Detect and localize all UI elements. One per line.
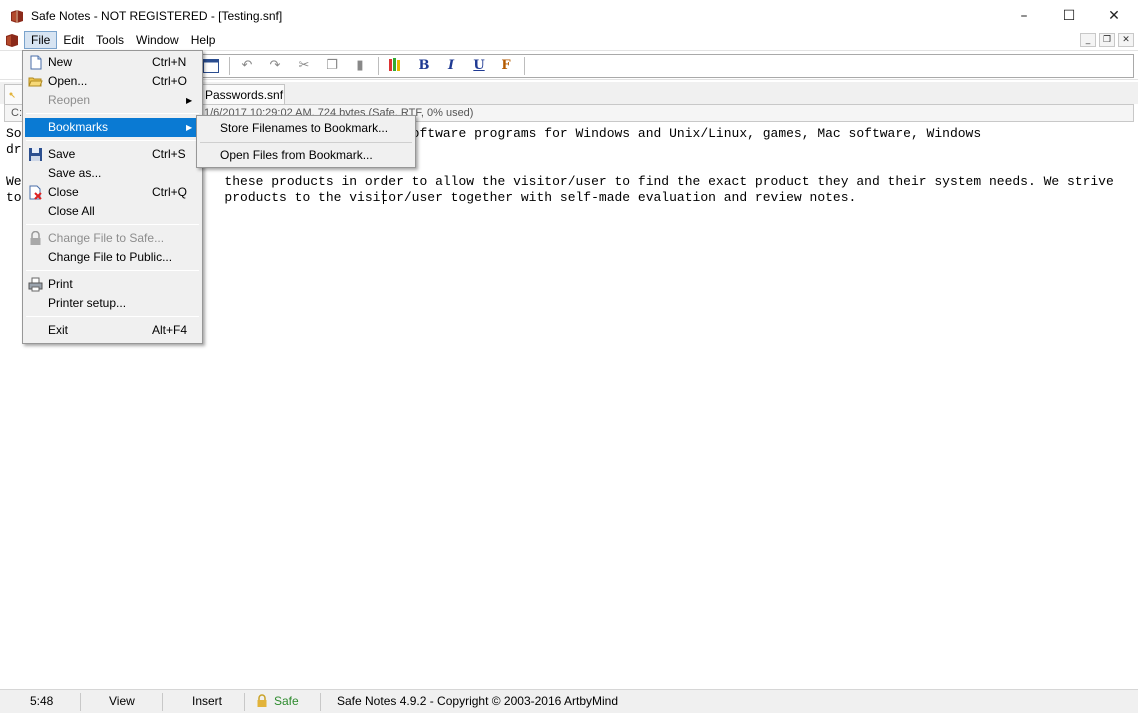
status-bar: 5:48 View Insert Safe Safe Notes 4.9.2 -…	[0, 689, 1138, 713]
status-divider	[162, 693, 163, 711]
insert-mode: Insert	[192, 694, 223, 708]
window-icon[interactable]	[203, 59, 219, 73]
redo-icon[interactable]: ↷	[266, 56, 284, 74]
mdi-controls: _ ❐ ✕	[1080, 33, 1134, 47]
menu-item-change-to-public[interactable]: Change File to Public...	[25, 248, 200, 267]
close-button[interactable]: ✕	[1091, 0, 1137, 31]
underline-icon[interactable]: U	[470, 56, 488, 74]
menu-file[interactable]: File	[24, 31, 58, 49]
copyright-text: Safe Notes 4.9.2 - Copyright © 2003-2016…	[337, 694, 618, 708]
menu-item-save[interactable]: Save Ctrl+S	[25, 145, 200, 164]
lock-icon	[257, 694, 267, 707]
cut-icon[interactable]: ✂	[295, 56, 313, 74]
editor-line: dr	[6, 142, 22, 157]
menu-separator	[26, 113, 199, 114]
bold-icon[interactable]: B	[415, 56, 433, 74]
menu-item-change-to-safe[interactable]: Change File to Safe...	[25, 229, 200, 248]
maximize-button[interactable]: ☐	[1046, 0, 1092, 31]
cursor-position: 5:48	[30, 694, 54, 708]
key-icon	[9, 92, 15, 98]
file-menu-dropdown: New Ctrl+N Open... Ctrl+O Reopen ▶ Bookm…	[22, 50, 203, 344]
tab-passwords[interactable]: Passwords.snf	[196, 84, 285, 104]
menu-separator	[26, 316, 199, 317]
mdi-minimize-button[interactable]: _	[1080, 33, 1096, 47]
tab-testing[interactable]	[4, 84, 24, 104]
paste-icon[interactable]: ▮	[351, 56, 369, 74]
menu-item-close[interactable]: Close Ctrl+Q	[25, 183, 200, 202]
window-title: Safe Notes - NOT REGISTERED - [Testing.s…	[31, 8, 283, 23]
menu-item-printer-setup[interactable]: Printer setup...	[25, 294, 200, 313]
safe-status: Safe	[274, 694, 299, 708]
menu-separator	[26, 270, 199, 271]
floppy-disk-icon	[29, 148, 42, 161]
font-icon[interactable]: F	[497, 56, 515, 74]
menu-item-bookmarks[interactable]: Bookmarks ▶	[25, 118, 200, 137]
mdi-restore-button[interactable]: ❐	[1099, 33, 1115, 47]
menu-item-open-bookmark[interactable]: Open Files from Bookmark...	[199, 145, 413, 165]
menu-help[interactable]: Help	[185, 31, 222, 49]
book-icon	[11, 9, 23, 23]
toolbar-separator	[524, 57, 525, 75]
title-bar: Safe Notes - NOT REGISTERED - [Testing.s…	[0, 0, 1138, 31]
toolbar-separator	[378, 57, 379, 75]
tab-label: Passwords.snf	[205, 87, 284, 102]
toolbar-separator	[229, 57, 230, 75]
menu-separator	[26, 140, 199, 141]
document-book-icon[interactable]	[4, 33, 20, 47]
menu-item-reopen[interactable]: Reopen ▶	[25, 91, 200, 110]
new-document-icon	[30, 55, 42, 70]
status-divider	[320, 693, 321, 711]
italic-icon[interactable]: I	[442, 56, 460, 74]
menu-bar: File Edit Tools Window Help _ ❐ ✕	[0, 31, 1138, 49]
lock-icon	[30, 231, 41, 245]
menu-item-print[interactable]: Print	[25, 275, 200, 294]
text-caret	[383, 190, 384, 204]
minimize-button[interactable]: –	[1001, 0, 1047, 31]
submenu-arrow-icon: ▶	[186, 96, 193, 105]
menu-edit[interactable]: Edit	[57, 31, 90, 49]
menu-item-save-as[interactable]: Save as...	[25, 164, 200, 183]
menu-item-open[interactable]: Open... Ctrl+O	[25, 72, 200, 91]
printer-icon	[28, 277, 43, 292]
mdi-close-button[interactable]: ✕	[1118, 33, 1134, 47]
close-document-icon	[29, 185, 42, 200]
menu-item-new[interactable]: New Ctrl+N	[25, 53, 200, 72]
status-divider	[80, 693, 81, 711]
menu-item-store-bookmark[interactable]: Store Filenames to Bookmark...	[199, 118, 413, 138]
undo-icon[interactable]: ↶	[238, 56, 256, 74]
menu-tools[interactable]: Tools	[90, 31, 130, 49]
view-mode: View	[109, 694, 135, 708]
menu-window[interactable]: Window	[130, 31, 185, 49]
menu-separator	[200, 142, 412, 143]
file-path: C:	[11, 107, 22, 119]
menu-separator	[26, 224, 199, 225]
folder-open-icon	[28, 77, 43, 87]
copy-icon[interactable]: ❐	[323, 56, 341, 74]
color-icon[interactable]	[386, 56, 404, 74]
menu-item-close-all[interactable]: Close All	[25, 202, 200, 221]
bookmarks-submenu: Store Filenames to Bookmark... Open File…	[196, 115, 416, 168]
menu-item-exit[interactable]: Exit Alt+F4	[25, 321, 200, 340]
submenu-arrow-icon: ▶	[186, 123, 193, 132]
status-divider	[244, 693, 245, 711]
